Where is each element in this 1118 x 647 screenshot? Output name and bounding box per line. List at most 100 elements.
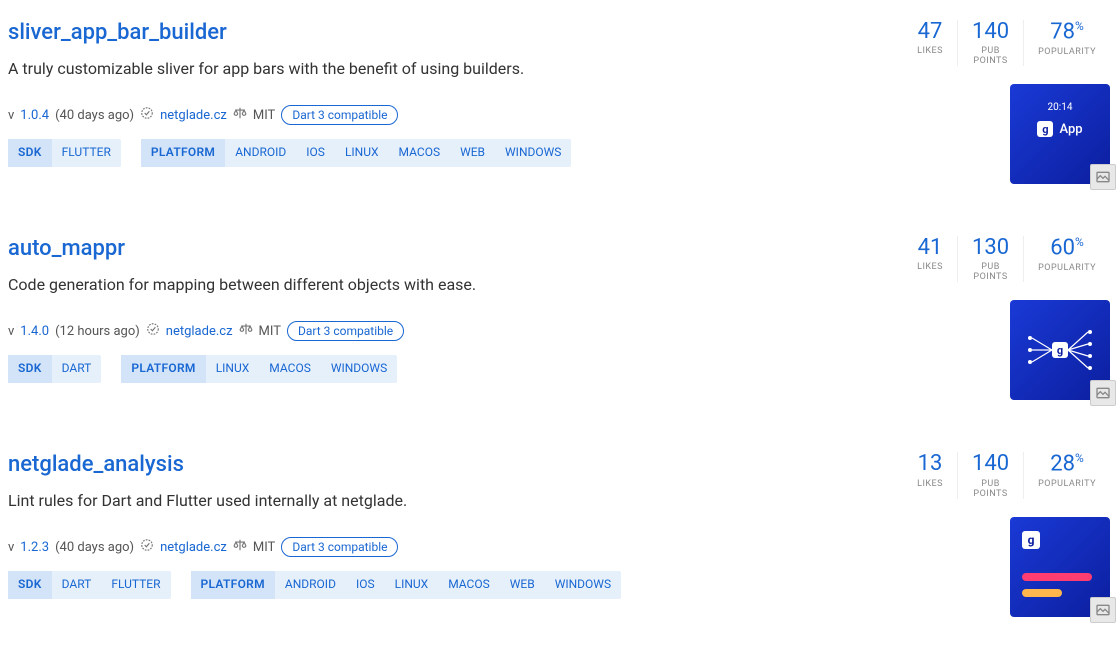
pubpoints-value: 140 <box>972 20 1009 44</box>
sdk-label: SDK <box>8 571 52 599</box>
platform-tag[interactable]: ANDROID <box>225 139 296 167</box>
likes-label: LIKES <box>917 479 943 489</box>
image-icon <box>1090 380 1116 406</box>
stat-pubpoints[interactable]: 140 PUB POINTS <box>957 452 1023 498</box>
dart3-badge: Dart 3 compatible <box>281 537 398 557</box>
tags: SDK DART PLATFORM LINUX MACOS WINDOWS <box>8 355 910 383</box>
platform-tag[interactable]: MACOS <box>259 355 321 383</box>
publisher-link[interactable]: netglade.cz <box>160 108 227 123</box>
version-prefix: v <box>8 540 14 555</box>
thumb-bar <box>1022 589 1062 597</box>
sdk-tag[interactable]: FLUTTER <box>52 139 121 167</box>
platform-tags: PLATFORM ANDROID IOS LINUX MACOS WEB WIN… <box>191 571 622 599</box>
platform-tags: PLATFORM ANDROID IOS LINUX MACOS WEB WIN… <box>141 139 572 167</box>
sdk-tag[interactable]: DART <box>52 355 102 383</box>
likes-value: 41 <box>917 236 943 260</box>
tags: SDK FLUTTER PLATFORM ANDROID IOS LINUX M… <box>8 139 910 167</box>
popularity-value: 78% <box>1038 20 1096 45</box>
sdk-tags: SDK DART FLUTTER <box>8 571 171 599</box>
popularity-value: 28% <box>1038 452 1096 477</box>
platform-tag[interactable]: WINDOWS <box>545 571 621 599</box>
thumb-bar <box>1022 573 1092 581</box>
package-meta: v 1.0.4 (40 days ago) netglade.cz MIT Da… <box>8 105 910 125</box>
platform-tag[interactable]: WEB <box>450 139 495 167</box>
package-title-link[interactable]: netglade_analysis <box>8 452 184 477</box>
pubpoints-label: PUB POINTS <box>972 479 1009 499</box>
package-side: 41 LIKES 130 PUB POINTS 60% POPULARITY g <box>910 236 1110 400</box>
package-card: sliver_app_bar_builder A truly customiza… <box>8 20 1110 184</box>
license-icon <box>233 538 247 556</box>
platform-tag[interactable]: LINUX <box>385 571 439 599</box>
stat-pubpoints[interactable]: 130 PUB POINTS <box>957 236 1023 282</box>
package-description: Code generation for mapping between diff… <box>8 273 910 297</box>
thumbnail[interactable]: g <box>1010 300 1110 400</box>
platform-tag[interactable]: WINDOWS <box>495 139 571 167</box>
stat-pubpoints[interactable]: 140 PUB POINTS <box>957 20 1023 66</box>
platform-tags: PLATFORM LINUX MACOS WINDOWS <box>121 355 397 383</box>
version-link[interactable]: 1.4.0 <box>20 324 49 339</box>
stats: 47 LIKES 140 PUB POINTS 78% POPULARITY <box>903 20 1110 66</box>
package-side: 13 LIKES 140 PUB POINTS 28% POPULARITY g <box>910 452 1110 616</box>
package-age: (12 hours ago) <box>55 324 140 339</box>
platform-label: PLATFORM <box>121 355 205 383</box>
version-link[interactable]: 1.0.4 <box>20 108 49 123</box>
verified-icon <box>140 538 154 556</box>
popularity-label: POPULARITY <box>1038 479 1096 489</box>
package-main: netglade_analysis Lint rules for Dart an… <box>8 452 910 616</box>
stat-popularity[interactable]: 28% POPULARITY <box>1023 452 1110 498</box>
sdk-label: SDK <box>8 139 52 167</box>
image-icon <box>1090 164 1116 190</box>
package-title-link[interactable]: auto_mappr <box>8 236 125 261</box>
popularity-value: 60% <box>1038 236 1096 261</box>
mapping-diagram-icon: g <box>1020 320 1100 380</box>
platform-tag[interactable]: WINDOWS <box>321 355 397 383</box>
stat-likes[interactable]: 47 LIKES <box>903 20 957 66</box>
platform-tag[interactable]: ANDROID <box>275 571 346 599</box>
image-icon <box>1090 597 1116 623</box>
pubpoints-value: 140 <box>972 452 1009 476</box>
platform-tag[interactable]: MACOS <box>438 571 500 599</box>
pubpoints-label: PUB POINTS <box>972 46 1009 66</box>
version-link[interactable]: 1.2.3 <box>20 540 49 555</box>
thumbnail[interactable]: g <box>1010 517 1110 617</box>
package-age: (40 days ago) <box>55 108 134 123</box>
sdk-tag[interactable]: FLUTTER <box>101 571 170 599</box>
stat-likes[interactable]: 41 LIKES <box>903 236 957 282</box>
platform-tag[interactable]: IOS <box>346 571 385 599</box>
thumb-logo-icon: g <box>1037 121 1053 137</box>
verified-icon <box>146 322 160 340</box>
pubpoints-label: PUB POINTS <box>972 262 1009 282</box>
license: MIT <box>253 540 275 555</box>
license-icon <box>233 106 247 124</box>
platform-tag[interactable]: IOS <box>296 139 335 167</box>
stat-popularity[interactable]: 60% POPULARITY <box>1023 236 1110 282</box>
sdk-label: SDK <box>8 355 52 383</box>
popularity-label: POPULARITY <box>1038 47 1096 57</box>
version-prefix: v <box>8 324 14 339</box>
platform-tag[interactable]: LINUX <box>206 355 260 383</box>
stat-likes[interactable]: 13 LIKES <box>903 452 957 498</box>
tags: SDK DART FLUTTER PLATFORM ANDROID IOS LI… <box>8 571 910 599</box>
platform-label: PLATFORM <box>191 571 275 599</box>
likes-value: 13 <box>917 452 943 476</box>
thumb-app-text: App <box>1059 122 1082 137</box>
stat-popularity[interactable]: 78% POPULARITY <box>1023 20 1110 66</box>
sdk-tag[interactable]: DART <box>52 571 102 599</box>
platform-tag[interactable]: WEB <box>500 571 545 599</box>
package-description: Lint rules for Dart and Flutter used int… <box>8 489 910 513</box>
publisher-link[interactable]: netglade.cz <box>160 540 227 555</box>
dart3-badge: Dart 3 compatible <box>281 105 398 125</box>
license-icon <box>239 322 253 340</box>
package-card: netglade_analysis Lint rules for Dart an… <box>8 452 1110 616</box>
platform-tag[interactable]: MACOS <box>389 139 451 167</box>
package-title-link[interactable]: sliver_app_bar_builder <box>8 20 227 45</box>
publisher-link[interactable]: netglade.cz <box>166 324 233 339</box>
sdk-tags: SDK FLUTTER <box>8 139 121 167</box>
platform-tag[interactable]: LINUX <box>335 139 389 167</box>
license: MIT <box>259 324 281 339</box>
thumbnail[interactable]: 20:14 g App <box>1010 84 1110 184</box>
package-main: sliver_app_bar_builder A truly customiza… <box>8 20 910 184</box>
sdk-tags: SDK DART <box>8 355 101 383</box>
platform-label: PLATFORM <box>141 139 225 167</box>
likes-value: 47 <box>917 20 943 44</box>
